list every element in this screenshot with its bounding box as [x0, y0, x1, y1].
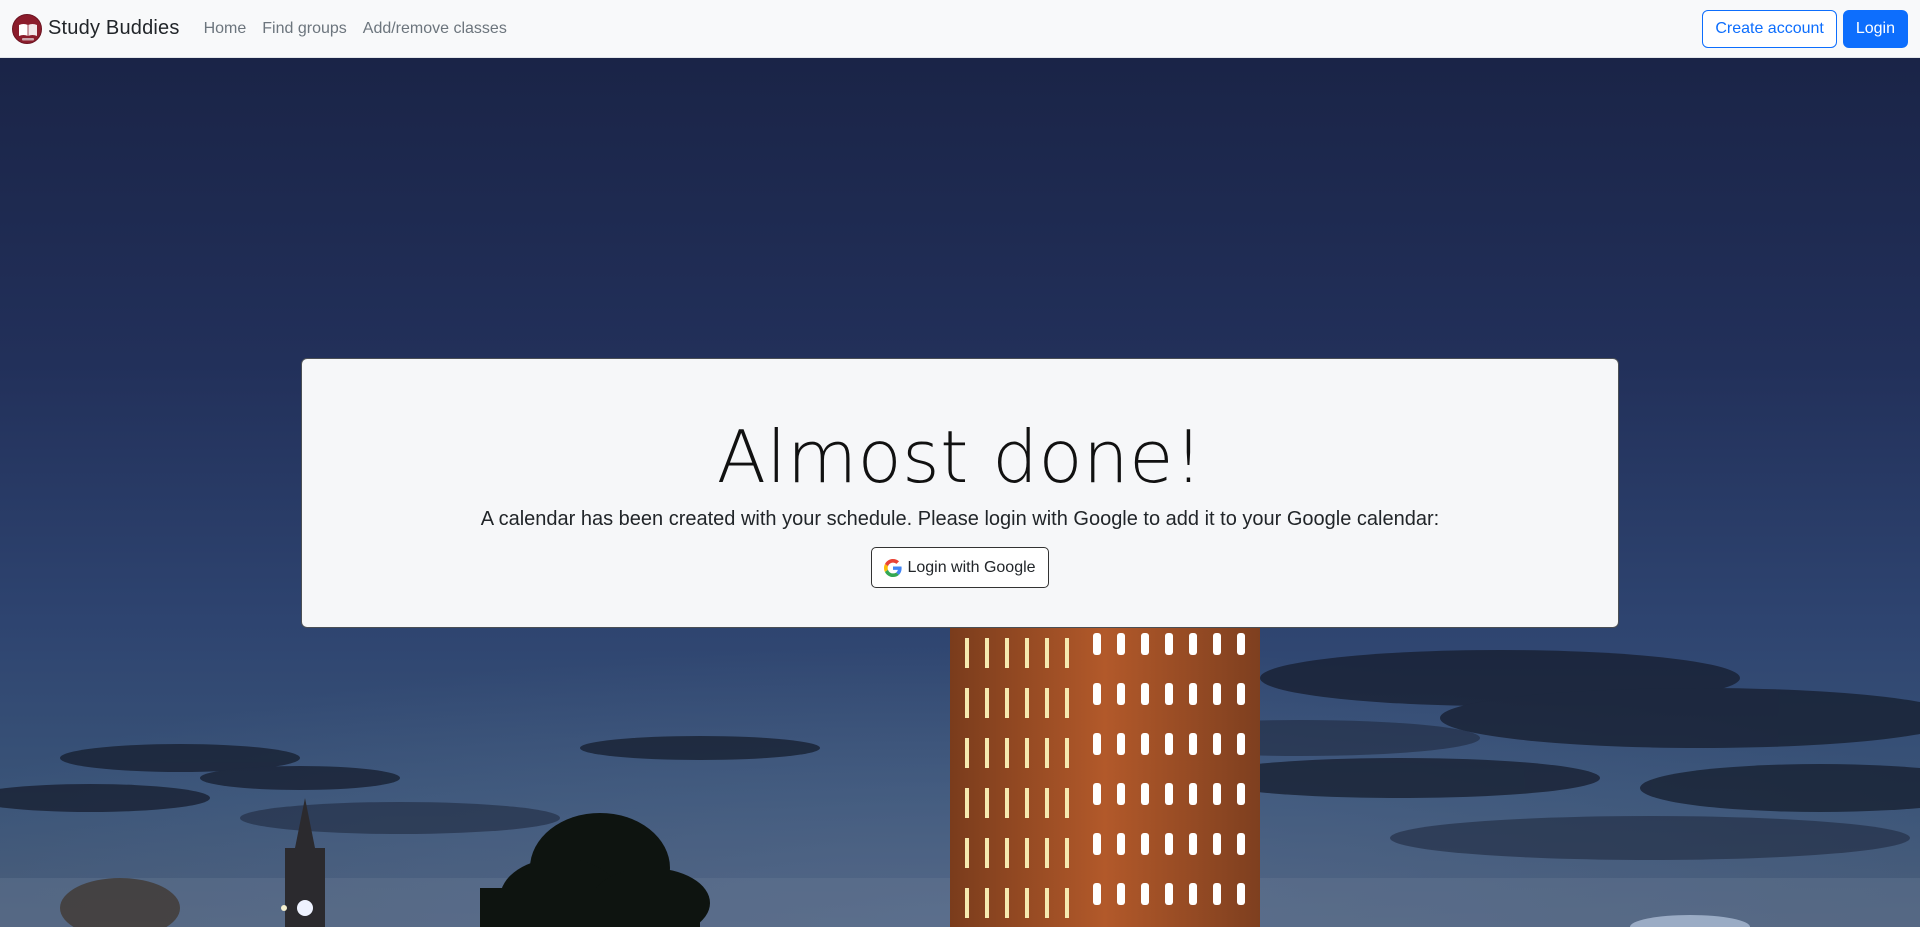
- nav-auth-actions: Create account Login: [1702, 9, 1908, 48]
- google-g-icon: [884, 558, 903, 577]
- brand-name: Study Buddies: [48, 17, 180, 39]
- nav-home-link[interactable]: Home: [196, 20, 255, 38]
- nav-links: Home Find groups Add/remove classes: [196, 20, 515, 38]
- nav-add-remove-classes-link[interactable]: Add/remove classes: [355, 20, 515, 38]
- create-account-button[interactable]: Create account: [1702, 9, 1837, 48]
- brand-link[interactable]: Study Buddies: [12, 13, 180, 44]
- book-logo-icon: [12, 13, 42, 44]
- login-with-google-button[interactable]: Login with Google: [871, 547, 1049, 588]
- login-button[interactable]: Login: [1842, 9, 1908, 48]
- almost-done-card: Almost done! A calendar has been created…: [301, 358, 1619, 628]
- login-with-google-label: Login with Google: [907, 558, 1036, 576]
- top-navbar: Study Buddies Home Find groups Add/remov…: [0, 0, 1920, 58]
- page-title: Almost done!: [716, 415, 1204, 499]
- nav-find-groups-link[interactable]: Find groups: [254, 20, 355, 38]
- calendar-message: A calendar has been created with your sc…: [480, 508, 1440, 530]
